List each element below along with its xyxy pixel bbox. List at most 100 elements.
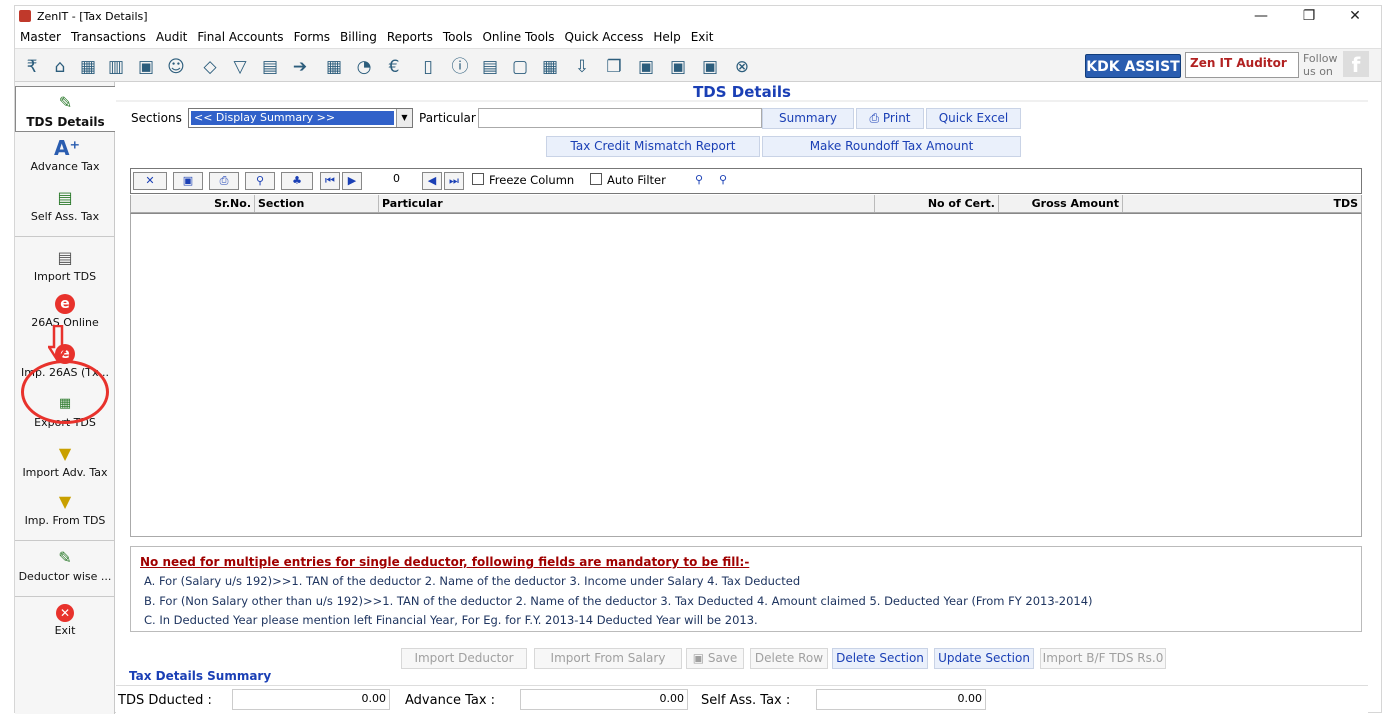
filter-icon[interactable]: ▽ bbox=[229, 56, 251, 78]
col-gross-amount[interactable]: Gross Amount bbox=[999, 195, 1123, 212]
chevron-down-icon[interactable]: ▼ bbox=[396, 109, 412, 127]
kdk-assist-button[interactable]: KDK ASSIST bbox=[1085, 54, 1181, 78]
excel-export-icon[interactable]: ✕ bbox=[133, 172, 167, 190]
copy-icon[interactable]: ❐ bbox=[603, 56, 625, 78]
users-icon[interactable]: ☺ bbox=[165, 56, 187, 78]
roundoff-tax-button[interactable]: Make Roundoff Tax Amount bbox=[762, 136, 1021, 157]
building-icon[interactable]: ▦ bbox=[77, 56, 99, 78]
import-deductor-button[interactable]: Import Deductor bbox=[401, 648, 527, 669]
close-button[interactable]: ✕ bbox=[1335, 7, 1375, 27]
info-icon[interactable]: ⓘ bbox=[449, 56, 471, 78]
menu-final-accounts[interactable]: Final Accounts bbox=[192, 28, 288, 46]
download-icon[interactable]: ⇩ bbox=[571, 56, 593, 78]
col-srno[interactable]: Sr.No. bbox=[131, 195, 255, 212]
exit-icon: ✕ bbox=[56, 604, 74, 622]
3cd-icon[interactable]: ▣ bbox=[699, 56, 721, 78]
grid-toolbar: ✕ ▣ ⎙ ⚲ ♣ ⏮ ▶ 0 ◀ ⏭ Freeze Column Auto F… bbox=[130, 168, 1362, 194]
sections-dropdown[interactable]: << Display Summary >> ▼ bbox=[188, 108, 413, 128]
first-page-icon[interactable]: ⏮ bbox=[320, 172, 340, 190]
quick-excel-button[interactable]: Quick Excel bbox=[926, 108, 1021, 129]
calculator-icon[interactable]: ▦ bbox=[323, 56, 345, 78]
delete-section-button[interactable]: Delete Section bbox=[832, 648, 928, 669]
freeze-column-checkbox[interactable] bbox=[472, 173, 484, 185]
menu-reports[interactable]: Reports bbox=[382, 28, 438, 46]
pay-icon[interactable]: € bbox=[383, 56, 405, 78]
advance-tax-value: 0.00 bbox=[520, 689, 688, 710]
grid-body[interactable] bbox=[130, 213, 1362, 537]
menu-online-tools[interactable]: Online Tools bbox=[477, 28, 559, 46]
sidebar-label: Advance Tax bbox=[30, 160, 100, 173]
menu-exit[interactable]: Exit bbox=[686, 28, 719, 46]
particular-input[interactable] bbox=[478, 108, 762, 128]
menu-forms[interactable]: Forms bbox=[289, 28, 335, 46]
prev-page-icon[interactable]: ▶ bbox=[342, 172, 362, 190]
zoom-in-icon[interactable]: ⚲ bbox=[689, 172, 709, 190]
gift-icon[interactable]: ▣ bbox=[135, 56, 157, 78]
annotation-circle bbox=[21, 360, 109, 424]
menu-master[interactable]: Master bbox=[15, 28, 66, 46]
last-page-icon[interactable]: ⏭ bbox=[444, 172, 464, 190]
menu-audit[interactable]: Audit bbox=[151, 28, 192, 46]
col-tds[interactable]: TDS bbox=[1123, 195, 1361, 212]
bs-icon[interactable]: ▣ bbox=[635, 56, 657, 78]
close-circle-icon[interactable]: ⊗ bbox=[731, 56, 753, 78]
sidebar-item-advance-tax[interactable]: A⁺ Advance Tax bbox=[15, 138, 115, 182]
auto-filter-checkbox[interactable] bbox=[590, 173, 602, 185]
menu-help[interactable]: Help bbox=[648, 28, 685, 46]
col-section[interactable]: Section bbox=[255, 195, 379, 212]
import-icon: ▤ bbox=[57, 248, 73, 267]
summary-button[interactable]: Summary bbox=[762, 108, 854, 129]
print-label: Print bbox=[882, 111, 911, 125]
sidebar-divider bbox=[15, 236, 115, 237]
sidebar-item-tds-details[interactable]: ✎ TDS Details bbox=[15, 86, 115, 132]
tag-icon[interactable]: ◇ bbox=[199, 56, 221, 78]
update-section-button[interactable]: Update Section bbox=[934, 648, 1034, 669]
import-from-salary-button[interactable]: Import From Salary bbox=[534, 648, 682, 669]
home-icon[interactable]: ⌂ bbox=[49, 56, 71, 78]
zoom-out-icon[interactable]: ⚲ bbox=[713, 172, 733, 190]
sidebar-item-imp-from-tds[interactable]: ▼ Imp. From TDS bbox=[15, 492, 115, 536]
annotation-arrow-icon bbox=[48, 325, 68, 363]
tax-icon[interactable]: ▤ bbox=[259, 56, 281, 78]
sidebar-item-import-tds[interactable]: ▤ Import TDS bbox=[15, 248, 115, 288]
delete-row-button[interactable]: Delete Row bbox=[750, 648, 828, 669]
sidebar-item-deductor-wise[interactable]: ✎ Deductor wise ... bbox=[15, 548, 115, 592]
minimize-button[interactable]: — bbox=[1241, 7, 1281, 27]
next-page-icon[interactable]: ◀ bbox=[422, 172, 442, 190]
save-button[interactable]: ▣ Save bbox=[686, 648, 744, 669]
mandatory-fields-note: No need for multiple entries for single … bbox=[130, 546, 1362, 632]
save-view-icon[interactable]: ▣ bbox=[173, 172, 203, 190]
person-doc-icon[interactable]: ▢ bbox=[509, 56, 531, 78]
arrow-right-icon[interactable]: ➔ bbox=[289, 56, 311, 78]
bs-sch-icon[interactable]: ▣ bbox=[667, 56, 689, 78]
import-bf-tds-button[interactable]: Import B/F TDS Rs.0 bbox=[1040, 648, 1166, 669]
sidebar-item-import-adv-tax[interactable]: ▼ Import Adv. Tax bbox=[15, 444, 115, 488]
book-icon[interactable]: ▯ bbox=[417, 56, 439, 78]
pie-chart-icon[interactable]: ◔ bbox=[353, 56, 375, 78]
hierarchy-icon[interactable]: ♣ bbox=[281, 172, 313, 190]
sidebar-label: Deductor wise ... bbox=[18, 570, 112, 583]
bar-chart-icon[interactable]: ▥ bbox=[105, 56, 127, 78]
menu-quick-access[interactable]: Quick Access bbox=[560, 28, 649, 46]
auto-filter-label: Auto Filter bbox=[607, 173, 666, 187]
maximize-button[interactable]: ❐ bbox=[1289, 7, 1329, 27]
grid-header: Sr.No. Section Particular No of Cert. Gr… bbox=[130, 195, 1362, 213]
note-title: No need for multiple entries for single … bbox=[140, 555, 750, 569]
menu-bar: Master Transactions Audit Final Accounts For… bbox=[15, 28, 1381, 48]
col-particular[interactable]: Particular bbox=[379, 195, 875, 212]
menu-tools[interactable]: Tools bbox=[438, 28, 478, 46]
sidebar-item-exit[interactable]: ✕ Exit bbox=[15, 604, 115, 648]
menu-billing[interactable]: Billing bbox=[335, 28, 382, 46]
facebook-icon[interactable]: f bbox=[1343, 51, 1369, 77]
report-icon[interactable]: ▤ bbox=[479, 56, 501, 78]
col-no-of-cert[interactable]: No of Cert. bbox=[875, 195, 999, 212]
sidebar-item-self-ass-tax[interactable]: ▤ Self Ass. Tax bbox=[15, 188, 115, 232]
tax-credit-mismatch-button[interactable]: Tax Credit Mismatch Report bbox=[546, 136, 760, 157]
search-icon[interactable]: ⚲ bbox=[245, 172, 275, 190]
print-button[interactable]: ⎙ Print bbox=[856, 108, 924, 129]
calendar-icon[interactable]: ▦ bbox=[539, 56, 561, 78]
freeze-column-label: Freeze Column bbox=[489, 173, 575, 187]
print-icon[interactable]: ⎙ bbox=[209, 172, 239, 190]
menu-transactions[interactable]: Transactions bbox=[66, 28, 151, 46]
rupee-icon[interactable]: ₹ bbox=[21, 56, 43, 78]
